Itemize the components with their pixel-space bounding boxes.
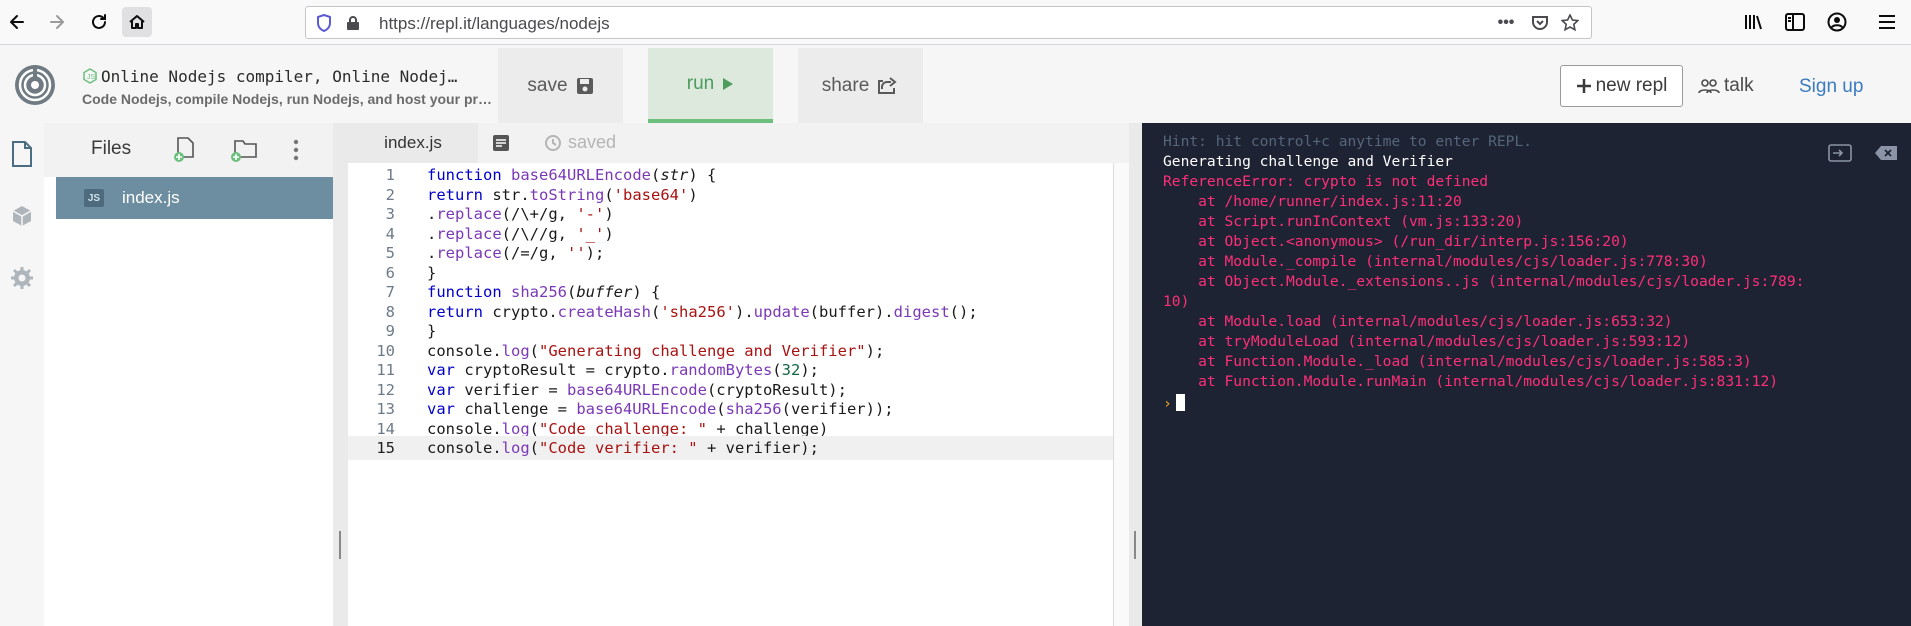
files-editor-splitter[interactable]	[333, 123, 348, 626]
file-icon	[12, 141, 32, 167]
console-error-line: at Object.<anonymous> (/run_dir/interp.j…	[1163, 233, 1629, 250]
add-file-icon	[174, 137, 194, 162]
back-button[interactable]	[2, 7, 32, 37]
share-label: share	[821, 74, 870, 96]
repl-header: JS Online Nodejs compiler, Online Nodej… …	[0, 45, 1911, 123]
library-icon[interactable]	[1742, 10, 1766, 34]
add-folder-button[interactable]	[229, 135, 259, 165]
browser-toolbar: https://repl.it/languages/nodejs •••	[0, 0, 1911, 45]
files-rail-button[interactable]	[9, 141, 35, 167]
console-output: Generating challenge and Verifier	[1163, 153, 1453, 170]
add-folder-icon	[231, 140, 257, 162]
repl-logo-icon[interactable]	[13, 63, 57, 107]
console-cursor	[1175, 394, 1185, 411]
console-panel[interactable]: Hint: hit control+c anytime to enter REP…	[1142, 123, 1911, 626]
file-name: index.js	[122, 188, 180, 207]
run-button[interactable]: run	[648, 48, 773, 123]
shield-icon[interactable]	[314, 13, 334, 33]
talk-label: talk	[1724, 75, 1754, 96]
console-prompt[interactable]: ›	[1163, 394, 1185, 414]
page-subtitle: Code Nodejs, compile Nodejs, run Nodejs,…	[82, 91, 492, 107]
star-icon[interactable]	[1560, 13, 1580, 33]
reload-button[interactable]	[84, 7, 114, 37]
console-error-line: 10)	[1163, 293, 1190, 310]
splitter-handle[interactable]	[339, 531, 341, 559]
save-button[interactable]: save	[498, 48, 623, 123]
kebab-menu-icon	[293, 139, 299, 161]
console-error-line: at Object.Module._extensions..js (intern…	[1163, 273, 1805, 290]
url-bar[interactable]: https://repl.it/languages/nodejs •••	[305, 6, 1592, 39]
line-number: 15	[376, 439, 395, 457]
code-line[interactable]: 15 console.log("Code verifier: " + verifi…	[348, 436, 1113, 460]
console-error-line: at Module.load (internal/modules/cjs/loa…	[1163, 313, 1673, 330]
settings-rail-button[interactable]	[9, 265, 35, 291]
console-error-line: at tryModuleLoad (internal/modules/cjs/l…	[1163, 333, 1691, 350]
page-actions-icon[interactable]: •••	[1496, 13, 1516, 33]
code-text: console.log("Code verifier: " + verifier…	[427, 439, 819, 457]
packages-rail-button[interactable]	[9, 203, 35, 229]
home-icon	[129, 15, 145, 29]
share-icon	[878, 76, 897, 94]
console-input-icon[interactable]	[1827, 143, 1853, 163]
files-menu-button[interactable]	[281, 135, 311, 165]
console-error-line: at Function.Module.runMain (internal/mod…	[1163, 373, 1779, 390]
plus-icon	[1576, 79, 1591, 93]
files-title: Files	[91, 138, 132, 159]
signup-link[interactable]: Sign up	[1799, 76, 1863, 98]
share-button[interactable]: share	[798, 48, 923, 123]
nodejs-icon: JS	[83, 68, 97, 84]
page-title: JS Online Nodejs compiler, Online Nodej…	[83, 67, 503, 86]
new-repl-button[interactable]: new repl	[1560, 65, 1683, 107]
floppy-disk-icon	[576, 77, 593, 94]
hamburger-menu-icon[interactable]	[1875, 10, 1899, 34]
lock-icon[interactable]	[343, 13, 363, 33]
tab-index-js[interactable]: index.js	[348, 123, 478, 163]
console-error-line: at Script.runInContext (vm.js:133:20)	[1163, 213, 1524, 230]
url-text[interactable]: https://repl.it/languages/nodejs	[379, 14, 610, 34]
console-error-line: ReferenceError: crypto is not defined	[1163, 173, 1489, 190]
console-error-line: at Function.Module._load (internal/modul…	[1163, 353, 1752, 370]
people-icon	[1698, 79, 1720, 94]
left-icon-rail	[0, 123, 44, 626]
file-item-index-js[interactable]: JS index.js	[56, 177, 333, 219]
code-editor: index.js saved 1 function base64URLEncode…	[348, 123, 1130, 626]
console-error-line: at Module._compile (internal/modules/cjs…	[1163, 253, 1708, 270]
format-icon[interactable]	[491, 133, 511, 153]
cube-icon	[12, 206, 32, 226]
account-icon[interactable]	[1825, 10, 1849, 34]
forward-button[interactable]	[42, 7, 72, 37]
gear-icon	[11, 267, 33, 289]
saved-label: saved	[568, 132, 617, 152]
back-arrow-icon	[10, 15, 24, 29]
js-file-icon: JS	[84, 189, 104, 207]
pocket-icon[interactable]	[1530, 13, 1550, 33]
editor-scrollbar[interactable]	[1113, 163, 1130, 626]
save-label: save	[527, 74, 568, 96]
clear-console-icon[interactable]	[1873, 143, 1899, 163]
code-area[interactable]: 1 function base64URLEncode(str) {2 return …	[348, 163, 1113, 626]
prompt-symbol: ›	[1163, 395, 1172, 412]
play-icon	[723, 77, 734, 90]
console-error-line: at /home/runner/index.js:11:20	[1163, 193, 1462, 210]
reload-icon	[92, 14, 106, 29]
home-button[interactable]	[122, 7, 152, 37]
talk-link[interactable]: talk	[1698, 75, 1754, 97]
splitter-handle[interactable]	[1134, 531, 1136, 559]
forward-arrow-icon	[50, 15, 64, 29]
files-panel: Files JS index.js	[44, 123, 333, 626]
run-label: run	[686, 72, 715, 94]
new-repl-label: new repl	[1595, 75, 1668, 96]
svg-text:JS: JS	[87, 74, 96, 81]
title-text: Online Nodejs compiler, Online Nodej…	[101, 67, 458, 86]
editor-tabs: index.js saved	[348, 123, 1129, 163]
saved-status: saved	[544, 132, 616, 153]
editor-console-splitter[interactable]	[1129, 123, 1142, 626]
files-header: Files	[44, 123, 333, 177]
console-hint: Hint: hit control+c anytime to enter REP…	[1163, 133, 1533, 150]
history-icon	[545, 134, 561, 151]
sidebar-icon[interactable]	[1783, 10, 1807, 34]
add-file-button[interactable]	[170, 135, 200, 165]
